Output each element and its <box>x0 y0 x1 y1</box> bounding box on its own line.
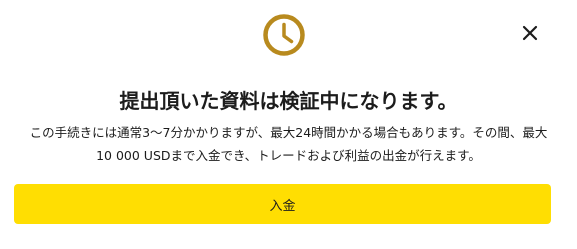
dialog-title: 提出頂いた資料は検証中になります。 <box>119 89 458 113</box>
dialog-description: この手続きには通常3～7分かかりますが、最大24時間かかる場合もあります。その間… <box>0 121 577 167</box>
deposit-button[interactable]: 入金 <box>14 184 551 224</box>
close-icon <box>522 25 538 41</box>
verification-dialog: 提出頂いた資料は検証中になります。 この手続きには通常3～7分かかりますが、最大… <box>0 0 577 249</box>
description-line-1: この手続きには通常3～7分かかりますが、最大24時間かかる場合もあります。その間… <box>29 125 548 140</box>
clock-icon <box>263 14 305 56</box>
close-button[interactable] <box>516 19 544 47</box>
description-line-2: 10 000 USDまで入金でき、トレードおよび利益の出金が行えます。 <box>96 148 481 163</box>
